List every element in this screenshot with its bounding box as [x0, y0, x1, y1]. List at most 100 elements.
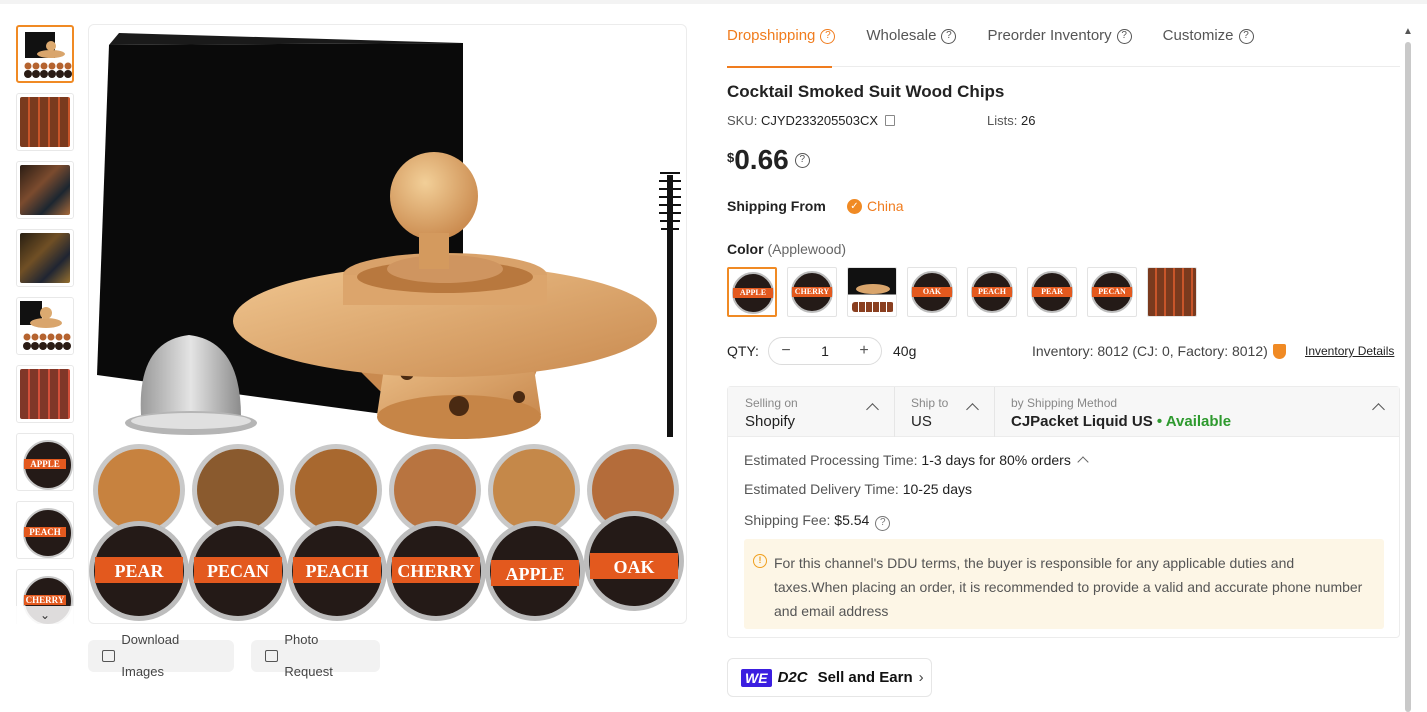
thumbnail-image — [24, 32, 72, 78]
active-tab-indicator — [727, 66, 832, 68]
selling-on-label: Selling on — [745, 396, 798, 410]
selling-on-select[interactable]: Selling on Shopify — [728, 387, 895, 437]
sku-info: SKU: CJYD233205503CX — [727, 113, 895, 128]
thumbnail-8[interactable]: PEACH — [16, 501, 74, 559]
lists-info: Lists: 26 — [987, 113, 1035, 128]
scroll-up-icon[interactable]: ▲ — [1403, 26, 1413, 37]
thumbnail-4[interactable] — [16, 229, 74, 287]
thumbnail-6[interactable] — [16, 365, 74, 423]
processing-value: 1-3 days for 80% orders — [921, 452, 1071, 468]
product-photo: PEAR PECAN PEACH CHERRY APPLE OAK — [89, 33, 684, 621]
quantity-stepper: − 1 + — [768, 337, 882, 365]
thumbnail-1[interactable] — [16, 25, 74, 83]
tin-label: OAK — [613, 557, 654, 577]
swatch-apple[interactable]: APPLE — [727, 267, 777, 317]
thumbnail-label: PEACH — [24, 527, 66, 537]
increase-button[interactable]: + — [857, 342, 871, 360]
thumbnail-2[interactable] — [16, 93, 74, 151]
chevron-up-icon — [966, 403, 979, 416]
chevron-up-icon[interactable] — [1077, 456, 1089, 468]
swatch-pear[interactable]: PEAR — [1027, 267, 1077, 317]
fee-value: $5.54 — [834, 512, 870, 528]
fee-help-icon[interactable]: ? — [875, 516, 891, 531]
main-product-image[interactable]: PEAR PECAN PEACH CHERRY APPLE OAK — [88, 24, 687, 624]
delivery-label: Estimated Delivery Time: — [744, 481, 899, 497]
swatch-peach[interactable]: PEACH — [967, 267, 1017, 317]
swatch-oak[interactable]: OAK — [907, 267, 957, 317]
shipping-method-select[interactable]: by Shipping Method CJPacket Liquid US • … — [994, 387, 1399, 437]
shipping-fee: Shipping Fee: $5.54 ? — [744, 512, 891, 531]
ddu-notice-text: For this channel's DDU terms, the buyer … — [774, 555, 1363, 619]
help-icon[interactable]: ? — [941, 28, 957, 44]
shipping-method-name: CJPacket Liquid US — [1011, 413, 1153, 430]
decrease-button[interactable]: − — [779, 342, 793, 360]
thumbnail-list[interactable]: APPLE PEACH CHERRY — [15, 24, 75, 624]
download-images-button[interactable]: Download Images — [88, 632, 234, 679]
page-scrollbar[interactable]: ▲ — [1403, 24, 1413, 712]
thumbnail-5[interactable] — [16, 297, 74, 355]
swatch-label: CHERRY — [792, 287, 832, 297]
help-icon[interactable]: ? — [1116, 28, 1132, 44]
shipping-section: Selling on Shopify Ship to US by Shippin… — [727, 386, 1400, 638]
shipping-from-country: China — [867, 198, 904, 214]
we-badge: WE — [741, 668, 772, 687]
tin-label: CHERRY — [397, 561, 474, 581]
photo-request-button[interactable]: Photo Request — [251, 632, 380, 679]
shipping-method-label: by Shipping Method — [1011, 396, 1118, 410]
qty-label: QTY: — [727, 343, 759, 359]
selling-on-value: Shopify — [745, 413, 796, 430]
color-swatches: APPLE CHERRY OAK PEACH PEAR PECAN — [727, 267, 1197, 317]
inventory-details-link[interactable]: Inventory Details — [1305, 344, 1394, 358]
fee-label: Shipping Fee: — [744, 512, 831, 528]
swatch-label: PECAN — [1092, 287, 1132, 297]
tab-dropshipping[interactable]: Dropshipping ? — [727, 24, 836, 48]
thumbnail-scroll-down-icon[interactable]: ⌄ — [15, 606, 75, 624]
thumbnail-label: CHERRY — [24, 595, 66, 605]
swatch-label: OAK — [912, 287, 952, 297]
thumbnail-image — [20, 97, 70, 147]
ship-to-value: US — [911, 413, 932, 430]
delivery-time: Estimated Delivery Time: 10-25 days — [744, 481, 972, 497]
thumbnail-3[interactable] — [16, 161, 74, 219]
tin-label: APPLE — [505, 564, 564, 584]
price-help-icon[interactable]: ? — [794, 153, 810, 168]
shipping-from-china[interactable]: ✓ China — [847, 198, 904, 214]
sell-and-earn-button[interactable]: WE D2C Sell and Earn › — [727, 658, 932, 697]
inventory-info: Inventory: 8012 (CJ: 0, Factory: 8012) — [1032, 343, 1286, 359]
chevron-up-icon — [1372, 403, 1385, 416]
thumbnail-image: APPLE — [20, 437, 73, 490]
shipping-from-label: Shipping From — [727, 198, 826, 214]
swatch-pecan[interactable]: PECAN — [1087, 267, 1137, 317]
shipping-selectors: Selling on Shopify Ship to US by Shippin… — [728, 387, 1399, 437]
tab-customize[interactable]: Customize ? — [1163, 24, 1254, 48]
ship-to-label: Ship to — [911, 396, 949, 410]
availability-status: • Available — [1156, 413, 1232, 430]
thumbnail-7[interactable]: APPLE — [16, 433, 74, 491]
tin-label: PEAR — [115, 561, 165, 581]
delivery-value: 10-25 days — [902, 481, 972, 497]
thumbnail-image — [20, 233, 70, 283]
quantity-input[interactable]: 1 — [821, 343, 829, 359]
chevron-right-icon: › — [918, 669, 924, 686]
tab-preorder-inventory[interactable]: Preorder Inventory ? — [987, 24, 1132, 48]
processing-label: Estimated Processing Time: — [744, 452, 918, 468]
sku-label: SKU: — [727, 113, 758, 128]
price-value: 0.66 — [734, 144, 789, 175]
chevron-up-icon — [866, 403, 879, 416]
tab-wholesale[interactable]: Wholesale ? — [866, 24, 957, 48]
photo-request-label: Photo Request — [284, 632, 333, 679]
ship-to-select[interactable]: Ship to US — [894, 387, 995, 437]
thumbnail-image — [20, 369, 70, 419]
check-circle-icon: ✓ — [847, 198, 862, 214]
price: $ 0.66 ? — [727, 144, 810, 176]
help-icon[interactable]: ? — [1238, 28, 1254, 44]
thumbnail-image: PEACH — [20, 505, 73, 558]
swatch-cherry[interactable]: CHERRY — [787, 267, 837, 317]
help-icon[interactable]: ? — [820, 28, 836, 44]
scrollbar-thumb[interactable] — [1405, 42, 1411, 712]
shipping-method-value: CJPacket Liquid US • Available — [1011, 413, 1231, 430]
swatch-gift-pack[interactable] — [1147, 267, 1197, 317]
copy-icon[interactable] — [884, 115, 895, 126]
tab-dropshipping-label: Dropshipping — [727, 27, 816, 44]
swatch-set[interactable] — [847, 267, 897, 317]
